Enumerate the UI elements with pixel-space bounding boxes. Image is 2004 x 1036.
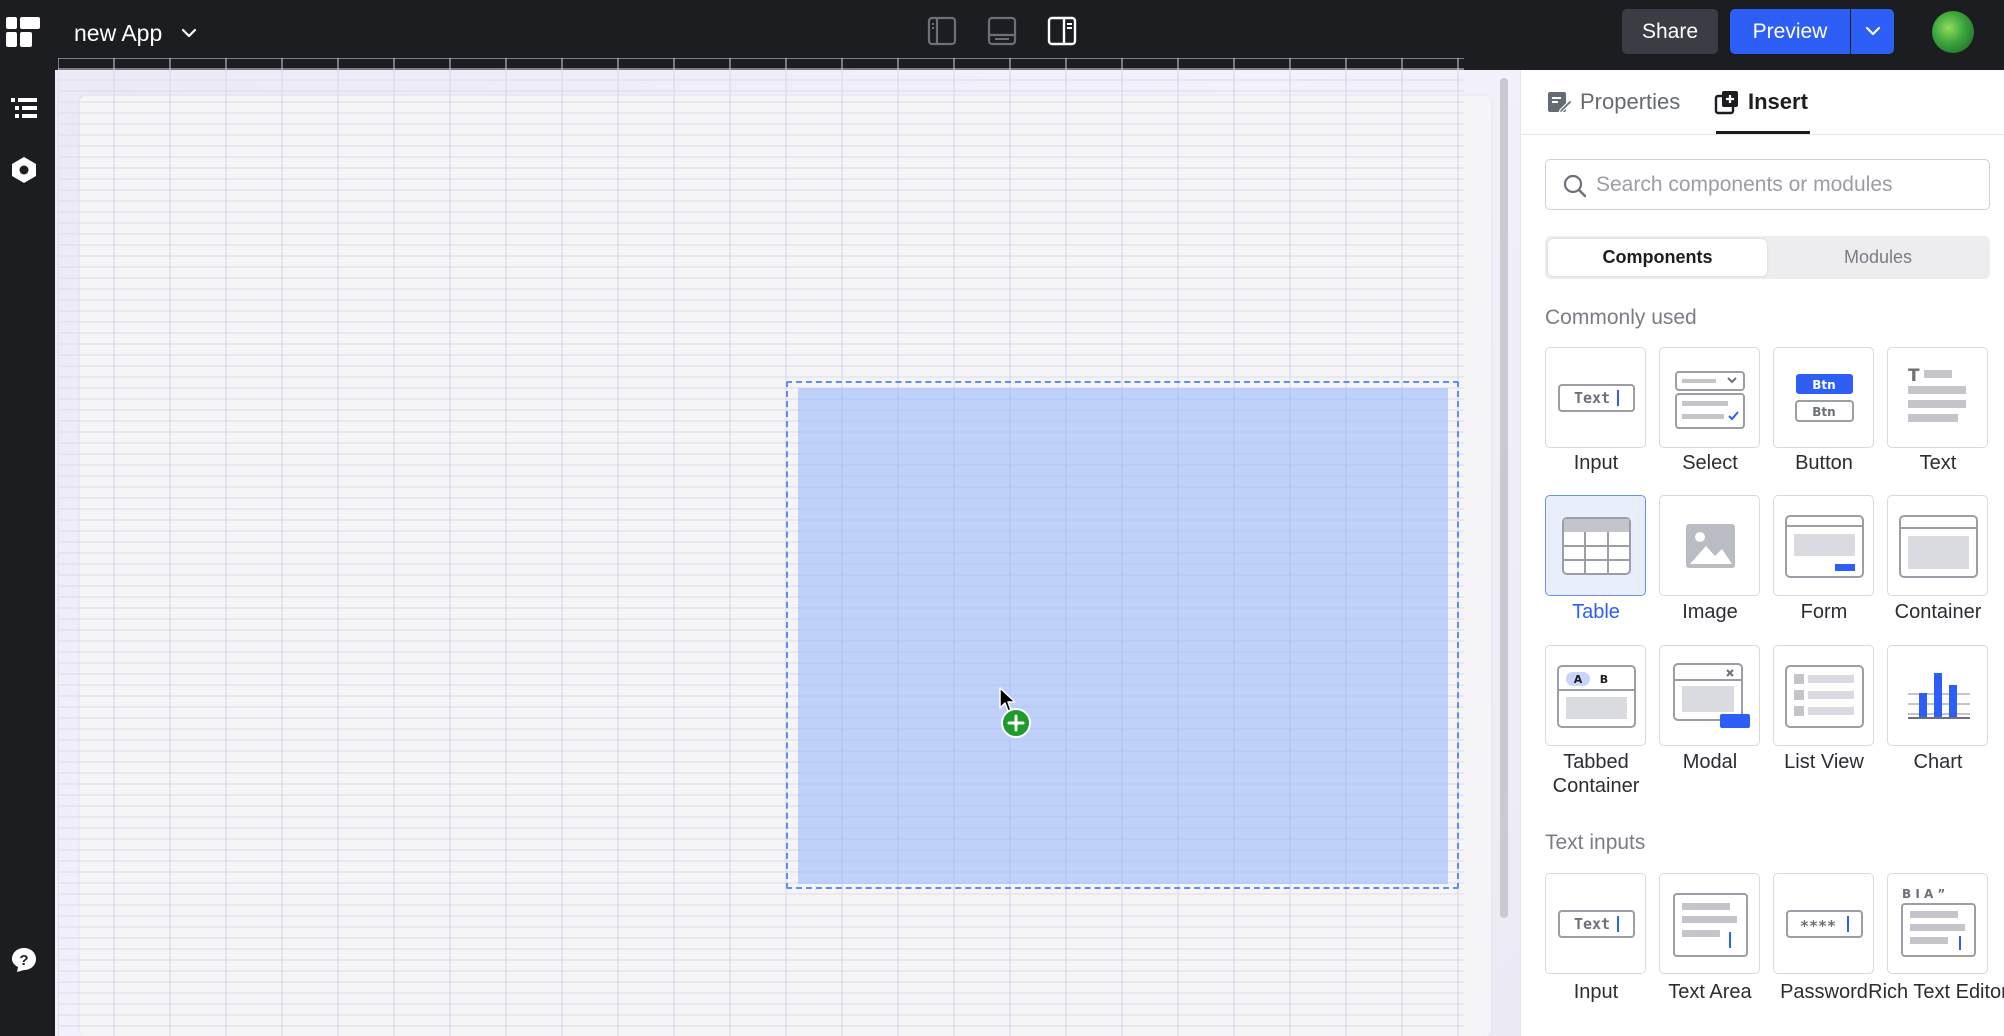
svg-text:T: T — [1908, 366, 1920, 386]
svg-text:?: ? — [19, 952, 28, 969]
plus-icon — [1007, 714, 1025, 732]
list-view-icon — [1785, 665, 1864, 728]
settings-hexagon-icon[interactable] — [9, 155, 39, 185]
right-panel-toggle-icon[interactable] — [1046, 15, 1078, 47]
preview-button[interactable]: Preview — [1730, 9, 1850, 54]
tile-label-chart: Chart — [1913, 751, 1963, 773]
segment-modules[interactable]: Modules — [1769, 239, 1987, 276]
search-icon — [1563, 174, 1587, 198]
component-tile-list-view[interactable] — [1773, 645, 1874, 746]
select-icon — [1675, 371, 1745, 429]
drop-zone-outline — [786, 381, 1459, 889]
svg-text:B I A ”: B I A ” — [1902, 887, 1945, 901]
component-tile-input[interactable]: Text — [1545, 347, 1646, 448]
tile-label-text: Text — [1919, 452, 1957, 474]
tabs-divider — [1521, 134, 2004, 135]
input-icon: Text — [1558, 384, 1635, 412]
svg-text:Btn: Btn — [1812, 405, 1835, 419]
tabbed-container-icon: A B — [1557, 665, 1636, 728]
insert-component-icon — [1714, 91, 1738, 115]
chevron-down-icon[interactable] — [178, 22, 200, 44]
component-tile-modal[interactable] — [1659, 645, 1760, 746]
rich-text-editor-icon: B I A ” — [1901, 887, 1976, 957]
svg-text:B: B — [1600, 673, 1608, 686]
component-tile-text-area[interactable] — [1659, 873, 1760, 974]
text-area-icon — [1673, 893, 1748, 957]
search-input[interactable] — [1596, 168, 1976, 202]
component-tile-text[interactable]: T — [1887, 347, 1988, 448]
modal-icon — [1673, 663, 1750, 728]
right-panel: Properties Insert Components Modules Com… — [1520, 70, 2004, 1036]
component-tile-button[interactable]: Btn Btn — [1773, 347, 1874, 448]
tile-label-container: Container — [1894, 601, 1982, 623]
form-icon — [1785, 515, 1864, 578]
button-icon: Btn Btn — [1795, 374, 1854, 422]
container-icon — [1899, 515, 1978, 578]
password-icon: **** — [1786, 910, 1863, 938]
component-tile-form[interactable] — [1773, 495, 1874, 596]
component-tile-rich-text-editor[interactable]: B I A ” — [1887, 873, 1988, 974]
svg-text:A: A — [1574, 673, 1583, 686]
edit-properties-icon — [1548, 92, 1572, 114]
text-icon: T — [1908, 366, 1966, 422]
component-tile-container[interactable] — [1887, 495, 1988, 596]
chart-icon — [1908, 673, 1970, 719]
svg-text:Btn: Btn — [1812, 378, 1835, 392]
svg-text:Text: Text — [1574, 389, 1610, 407]
share-button[interactable]: Share — [1622, 9, 1718, 54]
tab-properties[interactable]: Properties — [1546, 70, 1680, 134]
left-rail: ? — [0, 70, 55, 1036]
component-tile-text-input[interactable]: Text — [1545, 873, 1646, 974]
component-tile-chart[interactable] — [1887, 645, 1988, 746]
app-logo-icon[interactable] — [6, 17, 40, 47]
svg-text:****: **** — [1800, 917, 1836, 935]
section-title-text-inputs: Text inputs — [1545, 831, 1646, 854]
section-title-commonly-used: Commonly used — [1545, 306, 1697, 329]
preview-options-button[interactable] — [1851, 9, 1894, 54]
canvas-scrollbar[interactable] — [1500, 78, 1508, 918]
table-icon — [1562, 517, 1631, 575]
component-tile-image[interactable] — [1659, 495, 1760, 596]
components-modules-toggle: Components Modules — [1545, 236, 1990, 279]
left-panel-toggle-icon[interactable] — [926, 15, 958, 47]
component-tile-select[interactable] — [1659, 347, 1760, 448]
help-icon[interactable]: ? — [9, 945, 39, 975]
component-tile-table[interactable] — [1545, 495, 1646, 596]
chevron-down-icon — [1865, 26, 1881, 36]
text-input-icon: Text — [1558, 910, 1635, 938]
component-tile-tabbed-container[interactable]: A B — [1545, 645, 1646, 746]
component-tree-icon[interactable] — [9, 94, 39, 124]
component-search[interactable] — [1545, 159, 1990, 210]
image-icon — [1686, 524, 1735, 568]
app-name[interactable]: new App — [74, 19, 162, 47]
component-tile-password[interactable]: **** — [1773, 873, 1874, 974]
add-component-badge — [1001, 708, 1031, 738]
segment-components[interactable]: Components — [1548, 239, 1767, 276]
svg-text:Text: Text — [1574, 915, 1610, 933]
tile-label-rich-text-editor: Rich Text Editor — [1868, 981, 2004, 1003]
bottom-panel-toggle-icon[interactable] — [986, 15, 1018, 47]
tab-insert[interactable]: Insert — [1714, 70, 1808, 134]
avatar[interactable] — [1932, 11, 1974, 53]
